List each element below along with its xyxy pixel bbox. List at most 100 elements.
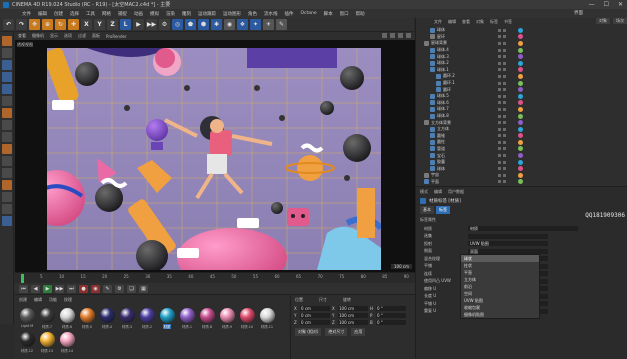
render-visibility-dot[interactable]: [503, 140, 506, 144]
material-swatch[interactable]: 材质.8: [199, 308, 215, 329]
object-row[interactable]: 立方体: [418, 126, 626, 133]
visibility-flags[interactable]: [498, 134, 506, 138]
render-visibility-dot[interactable]: [503, 28, 506, 32]
object-row[interactable]: 圆锥: [418, 133, 626, 140]
zoom-view-icon[interactable]: [390, 33, 395, 38]
render-visibility-dot[interactable]: [503, 94, 506, 98]
editor-visibility-dot[interactable]: [498, 88, 501, 92]
object-row[interactable]: 圆柱: [418, 139, 626, 146]
object-row[interactable]: 球体.2: [418, 60, 626, 67]
material-swatch[interactable]: 材质.2: [139, 308, 155, 329]
visibility-flags[interactable]: [498, 180, 506, 184]
menu-item[interactable]: 插件: [285, 11, 294, 17]
render-visibility-dot[interactable]: [503, 107, 506, 111]
menu-item[interactable]: 模拟: [150, 11, 159, 17]
dropdown-option[interactable]: UVW 贴图: [461, 297, 539, 304]
playback-button[interactable]: ▶▶: [55, 284, 64, 293]
visibility-flags[interactable]: [498, 127, 506, 131]
toolbar-button[interactable]: ✚: [68, 19, 79, 30]
toolbar-button[interactable]: Z: [107, 19, 118, 30]
object-menu-item[interactable]: 标签: [490, 19, 498, 25]
attribute-menu-item[interactable]: 用户数据: [448, 189, 464, 195]
object-row[interactable]: 圆环: [418, 86, 626, 93]
tab-tag[interactable]: 标签: [436, 206, 450, 214]
material-menu-item[interactable]: 创建: [19, 297, 27, 303]
toolbar-button[interactable]: ☀: [263, 19, 274, 30]
editor-visibility-dot[interactable]: [498, 180, 501, 184]
visibility-flags[interactable]: [498, 88, 506, 92]
point-mode-icon[interactable]: [1, 60, 12, 70]
render-visibility-dot[interactable]: [503, 55, 506, 59]
attribute-field[interactable]: [468, 233, 548, 239]
dropdown-option[interactable]: 摄像机贴图: [461, 311, 539, 318]
texture-mode-icon[interactable]: [1, 48, 12, 58]
object-row[interactable]: 圆环.1: [418, 80, 626, 87]
editor-visibility-dot[interactable]: [498, 114, 501, 118]
material-menu-item[interactable]: 纹理: [64, 297, 72, 303]
object-row[interactable]: 球体.4: [418, 47, 626, 54]
menu-item[interactable]: 文件: [22, 11, 31, 17]
object-menu-item[interactable]: 书签: [504, 19, 512, 25]
render-icon[interactable]: [1, 216, 12, 226]
playback-button[interactable]: ⚙: [115, 284, 124, 293]
render-visibility-dot[interactable]: [503, 160, 506, 164]
menu-item[interactable]: 运动图形: [223, 11, 241, 17]
dropdown-option[interactable]: 柱状: [461, 262, 539, 269]
size-field[interactable]: 100 cm: [338, 313, 368, 318]
menu-item[interactable]: 脚本: [324, 11, 333, 17]
object-row[interactable]: 星球背景: [418, 40, 626, 47]
snap-icon[interactable]: [1, 120, 12, 130]
render-visibility-dot[interactable]: [503, 61, 506, 65]
visibility-flags[interactable]: [498, 154, 506, 158]
axis-mode-icon[interactable]: [1, 96, 12, 106]
timeline[interactable]: 051015202530354045505560657075808590: [15, 272, 415, 283]
material-tag-icon[interactable]: [518, 113, 523, 119]
object-row[interactable]: 球体.6: [418, 100, 626, 107]
editor-visibility-dot[interactable]: [498, 48, 501, 52]
viewport-menu-item[interactable]: 查看: [18, 33, 26, 39]
object-menu-item[interactable]: 对象: [476, 19, 484, 25]
size-field[interactable]: 100 cm: [338, 320, 368, 325]
material-swatch[interactable]: 材质.1: [179, 308, 195, 329]
object-row[interactable]: 球体.1: [418, 67, 626, 74]
object-row[interactable]: 圆环.2: [418, 73, 626, 80]
visibility-flags[interactable]: [498, 173, 506, 177]
editor-visibility-dot[interactable]: [498, 107, 501, 111]
render-visibility-dot[interactable]: [503, 134, 506, 138]
dropdown-option[interactable]: 球状: [461, 255, 539, 262]
viewport-menu-item[interactable]: 面板: [92, 33, 100, 39]
playback-button[interactable]: ▦: [139, 284, 148, 293]
visibility-flags[interactable]: [498, 81, 506, 85]
tab-takes[interactable]: 场次: [613, 18, 627, 24]
editor-visibility-dot[interactable]: [498, 81, 501, 85]
visibility-flags[interactable]: [498, 35, 506, 39]
playback-button[interactable]: ✎: [103, 284, 112, 293]
rotate-view-icon[interactable]: [398, 33, 403, 38]
menu-item[interactable]: 流水线: [264, 11, 278, 17]
editor-visibility-dot[interactable]: [498, 41, 501, 45]
toolbar-button[interactable]: ⚙: [159, 19, 170, 30]
material-swatch[interactable]: 材质.10: [239, 308, 255, 329]
editor-visibility-dot[interactable]: [498, 94, 501, 98]
menu-item[interactable]: 渲染: [166, 11, 175, 17]
editor-visibility-dot[interactable]: [498, 61, 501, 65]
toolbar-button[interactable]: ✎: [276, 19, 287, 30]
render-visibility-dot[interactable]: [503, 154, 506, 158]
material-swatch[interactable]: 材质.5: [79, 308, 95, 329]
object-row[interactable]: 宝石: [418, 152, 626, 159]
menu-item[interactable]: 捕捉: [118, 11, 127, 17]
rotation-field[interactable]: 0 °: [376, 306, 406, 311]
menu-item[interactable]: 动画: [134, 11, 143, 17]
timeline-playhead[interactable]: [21, 274, 24, 283]
material-tag-icon[interactable]: [518, 153, 523, 159]
attribute-field[interactable]: 双面: [468, 248, 548, 254]
visibility-flags[interactable]: [498, 74, 506, 78]
material-swatch[interactable]: 材质.3: [119, 308, 135, 329]
toolbar-button[interactable]: ✥: [29, 19, 40, 30]
visibility-flags[interactable]: [498, 61, 506, 65]
toolbar-button[interactable]: ⬟: [185, 19, 196, 30]
object-row[interactable]: 球体.8: [418, 113, 626, 120]
menu-item[interactable]: 帮助: [356, 11, 365, 17]
material-swatch[interactable]: 材质.4: [99, 308, 115, 329]
toolbar-button[interactable]: L: [120, 19, 131, 30]
